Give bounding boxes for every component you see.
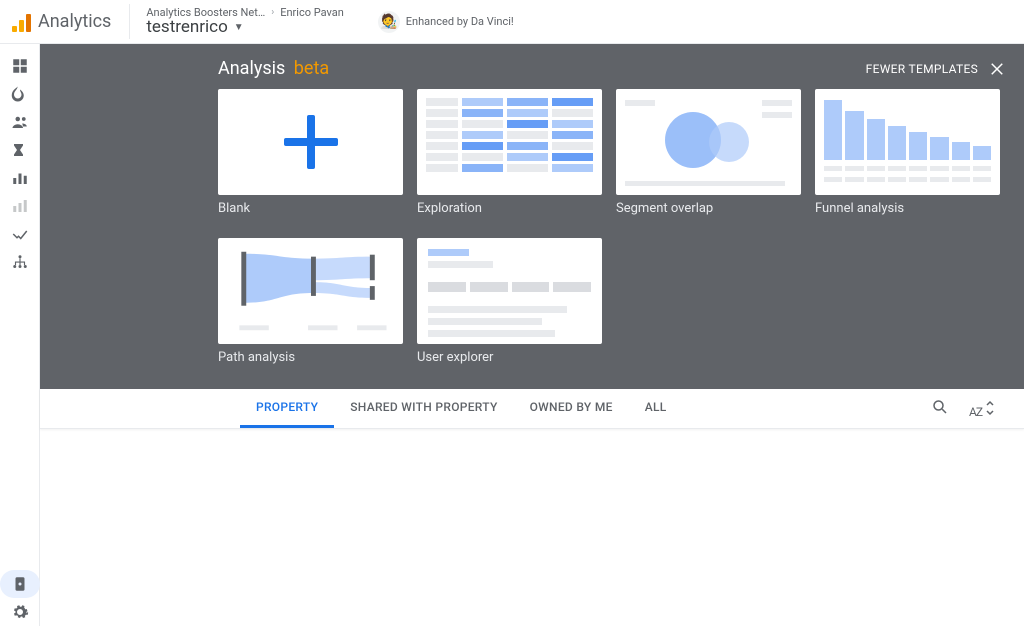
nav-tree-icon[interactable]: [0, 248, 40, 276]
template-card-funnel[interactable]: Funnel analysis: [815, 89, 1000, 216]
nav-realtime-icon[interactable]: [0, 80, 40, 108]
enhanced-avatar-icon: 🧑‍🎨: [378, 11, 400, 33]
search-icon[interactable]: [931, 398, 949, 420]
template-card-segment-overlap[interactable]: Segment overlap: [616, 89, 801, 216]
sort-az-label: AZ: [969, 405, 982, 419]
templates-zone: Analysis beta FEWER TEMPLATES Blank: [40, 44, 1024, 389]
close-icon: [988, 60, 1006, 78]
template-label: Funnel analysis: [815, 201, 1000, 216]
main-content: Analysis beta FEWER TEMPLATES Blank: [40, 44, 1024, 626]
left-nav-rail: [0, 44, 40, 626]
nav-barchart-icon[interactable]: [0, 164, 40, 192]
templates-title-text: Analysis: [218, 58, 285, 79]
enhanced-label: Enhanced by Da Vinci!: [406, 15, 514, 28]
sort-az-icon[interactable]: AZ: [969, 399, 1002, 419]
beta-badge: beta: [294, 58, 329, 79]
template-card-path[interactable]: Path analysis: [218, 238, 403, 365]
settings-gear-icon[interactable]: [0, 598, 40, 626]
template-thumb-funnel: [815, 89, 1000, 195]
nav-events-icon[interactable]: [0, 136, 40, 164]
template-label: Path analysis: [218, 350, 403, 365]
enhanced-badge[interactable]: 🧑‍🎨 Enhanced by Da Vinci!: [370, 7, 522, 37]
property-name: testrenrico: [146, 17, 227, 37]
tab-all[interactable]: ALL: [629, 389, 683, 428]
template-thumb-user-explorer: [417, 238, 602, 344]
template-label: Exploration: [417, 201, 602, 216]
nav-admin-icon[interactable]: [0, 570, 40, 598]
nav-home-icon[interactable]: [0, 52, 40, 80]
template-label: Blank: [218, 201, 403, 216]
tab-property[interactable]: PROPERTY: [240, 389, 334, 428]
fewer-templates-button[interactable]: FEWER TEMPLATES: [866, 60, 1006, 78]
template-card-exploration[interactable]: Exploration: [417, 89, 602, 216]
template-thumb-path: [218, 238, 403, 344]
templates-title: Analysis beta: [218, 58, 329, 79]
breadcrumb[interactable]: Analytics Boosters Net… › Enrico Pavan t…: [129, 4, 359, 39]
tab-owned-by-me[interactable]: OWNED BY ME: [514, 389, 629, 428]
tab-shared-with-property[interactable]: SHARED WITH PROPERTY: [334, 389, 513, 428]
nav-dim-icon[interactable]: [0, 192, 40, 220]
app-name: Analytics: [38, 11, 111, 32]
app-logo[interactable]: Analytics: [12, 11, 111, 32]
template-thumb-segment-overlap: [616, 89, 801, 195]
template-thumb-exploration: [417, 89, 602, 195]
nav-audience-icon[interactable]: [0, 108, 40, 136]
analysis-list-tabs: PROPERTY SHARED WITH PROPERTY OWNED BY M…: [40, 389, 1024, 429]
caret-down-icon: ▼: [234, 22, 244, 33]
template-label: Segment overlap: [616, 201, 801, 216]
analytics-logo-icon: [12, 12, 32, 32]
template-card-blank[interactable]: Blank: [218, 89, 403, 216]
nav-analysis-icon[interactable]: [0, 220, 40, 248]
template-thumb-blank: [218, 89, 403, 195]
template-label: User explorer: [417, 350, 602, 365]
app-header: Analytics Analytics Boosters Net… › Enri…: [0, 0, 1024, 44]
fewer-templates-label: FEWER TEMPLATES: [866, 62, 978, 76]
template-card-user-explorer[interactable]: User explorer: [417, 238, 602, 365]
